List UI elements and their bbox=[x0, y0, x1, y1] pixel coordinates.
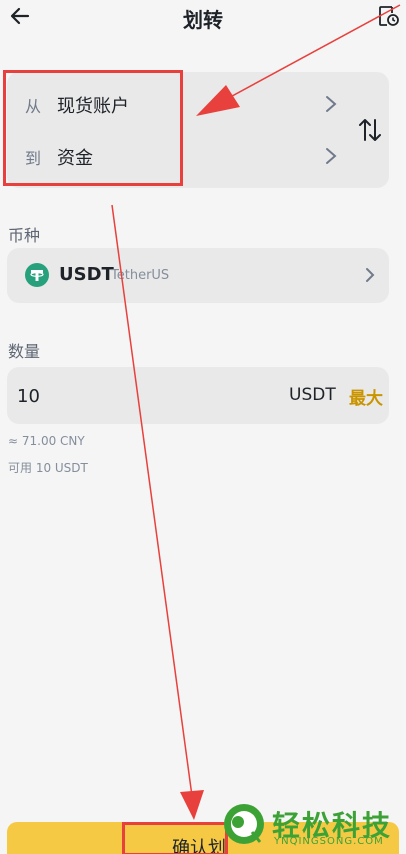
header: 划转 bbox=[0, 0, 406, 36]
history-icon[interactable] bbox=[376, 4, 400, 28]
chevron-right-icon bbox=[326, 96, 337, 112]
from-account-row[interactable]: 从 现货账户 bbox=[7, 84, 347, 124]
watermark-logo-icon bbox=[224, 804, 264, 844]
watermark-subtext: YNQINGSONG.COM bbox=[274, 836, 384, 847]
from-account-value: 现货账户 bbox=[57, 96, 129, 117]
cny-estimate: ≈ 71.00 CNY bbox=[8, 434, 85, 448]
page-title: 划转 bbox=[183, 8, 223, 32]
swap-vertical-icon[interactable] bbox=[357, 116, 383, 144]
confirm-button-label: 确认划 bbox=[172, 838, 226, 854]
chevron-right-icon bbox=[326, 148, 337, 164]
quantity-input[interactable] bbox=[17, 381, 217, 411]
coin-selector[interactable]: USDT TetherUS bbox=[7, 248, 389, 303]
quantity-unit: USDT bbox=[289, 385, 336, 405]
chevron-right-icon bbox=[366, 268, 375, 282]
transfer-card: 从 现货账户 到 资金 bbox=[7, 72, 389, 188]
tether-logo-icon bbox=[25, 263, 49, 287]
available-balance: 可用 10 USDT bbox=[8, 461, 88, 475]
coin-name: TetherUS bbox=[111, 268, 170, 283]
to-account-row[interactable]: 到 资金 bbox=[7, 136, 347, 176]
to-account-value: 资金 bbox=[57, 148, 93, 169]
quantity-section-label: 数量 bbox=[8, 342, 41, 361]
quantity-field-container: USDT 最大 bbox=[7, 367, 389, 424]
annotation-arrowhead bbox=[180, 790, 204, 820]
from-label: 从 bbox=[25, 97, 42, 116]
max-button[interactable]: 最大 bbox=[349, 384, 383, 409]
coin-symbol: USDT bbox=[59, 264, 114, 285]
to-label: 到 bbox=[25, 149, 42, 168]
coin-section-label: 币种 bbox=[8, 226, 41, 245]
